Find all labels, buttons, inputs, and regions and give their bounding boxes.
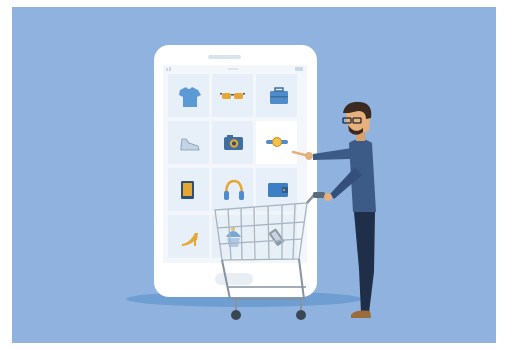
pointing-hand	[305, 152, 313, 160]
camera-icon	[224, 135, 243, 150]
illustration-scene	[12, 7, 496, 343]
tile	[212, 168, 253, 211]
status-center-mark	[228, 68, 238, 70]
battery-icon	[295, 67, 303, 71]
tile	[168, 215, 209, 258]
image-frame	[0, 0, 507, 350]
illustration-canvas	[126, 45, 376, 320]
wallet-icon	[268, 183, 288, 197]
tablet-icon	[181, 181, 194, 199]
phone-home-button	[215, 273, 253, 285]
phone-speaker	[208, 55, 241, 59]
